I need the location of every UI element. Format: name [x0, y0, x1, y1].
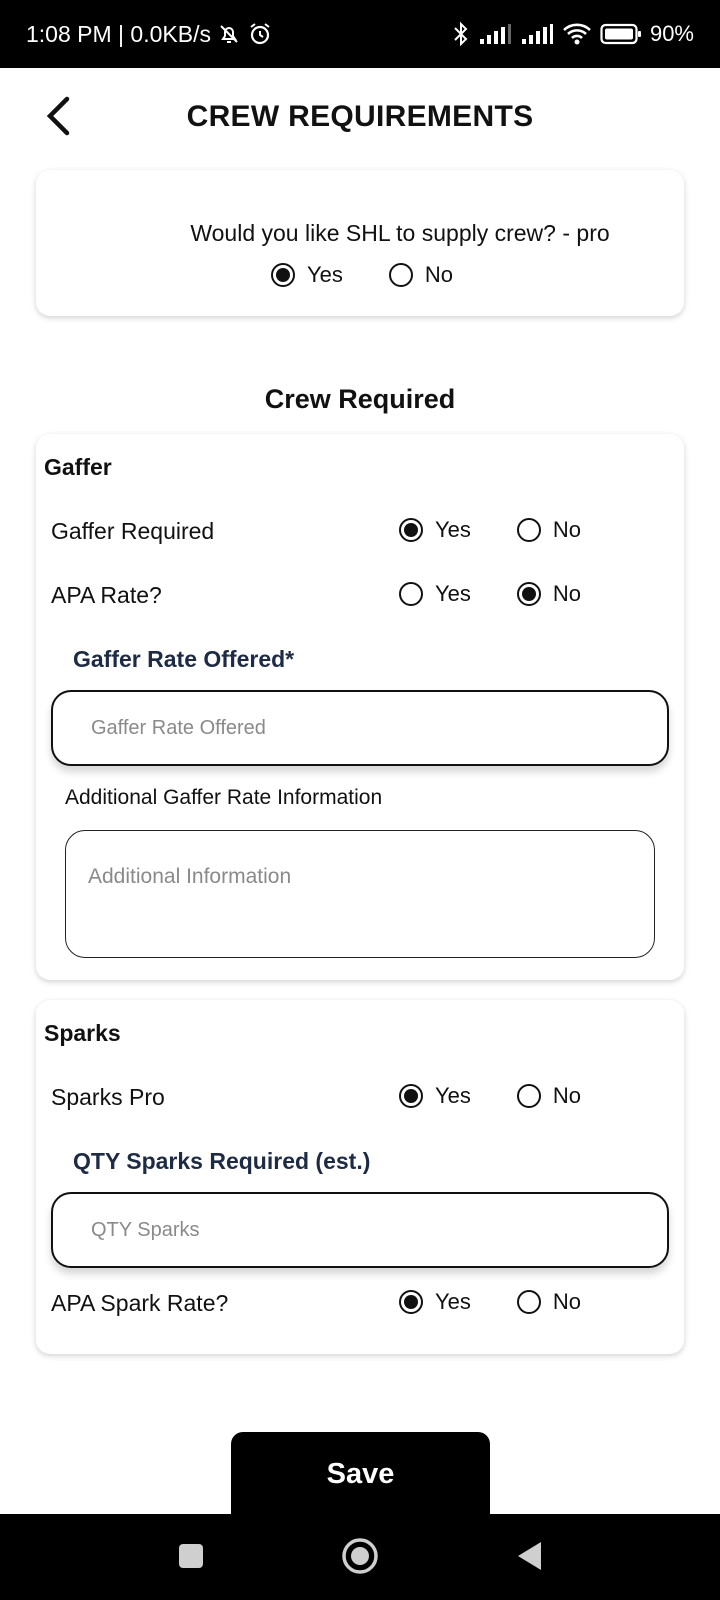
- gaffer-title: Gaffer: [44, 454, 112, 480]
- home-icon: [340, 1536, 380, 1581]
- recent-apps-icon: [177, 1542, 205, 1575]
- sparks-pro-yes-option[interactable]: Yes: [399, 1083, 471, 1109]
- home-button[interactable]: [338, 1536, 382, 1580]
- mute-icon: [217, 22, 241, 46]
- signal-icon: [478, 23, 512, 45]
- radio-checked-icon[interactable]: [516, 582, 541, 606]
- apa-rate-radio-group: Yes No: [399, 581, 581, 607]
- radio-checked-icon[interactable]: [399, 1084, 423, 1108]
- gaffer-rate-input[interactable]: [51, 690, 669, 766]
- gaffer-required-no-option[interactable]: No: [516, 517, 582, 543]
- sparks-pro-radio-group: Yes No: [399, 1083, 581, 1109]
- gaffer-required-yes-option[interactable]: Yes: [399, 517, 471, 543]
- radio-unchecked-icon[interactable]: [516, 1084, 541, 1108]
- battery-level: 90%: [649, 21, 694, 46]
- save-button[interactable]: Save: [231, 1432, 490, 1516]
- gaffer-rate-label: Gaffer Rate Offered*: [73, 646, 295, 672]
- status-bar: 1:08 PM | 0.0KB/s 90%: [0, 0, 720, 68]
- header: CREW REQUIREMENTS: [0, 68, 720, 172]
- sparks-card: Sparks Sparks Pro Yes No QTY Sparks Requ…: [36, 1000, 684, 1354]
- sparks-pro-label: Sparks Pro: [51, 1084, 165, 1110]
- radio-unchecked-icon[interactable]: [388, 263, 413, 287]
- apa-rate-no-option[interactable]: No: [516, 581, 582, 607]
- radio-label: No: [552, 581, 582, 606]
- wifi-icon: [562, 22, 592, 46]
- battery-icon: [600, 23, 642, 45]
- radio-label: No: [552, 1289, 582, 1314]
- status-time: 1:08 PM | 0.0KB/s: [26, 20, 211, 47]
- radio-label: No: [552, 1083, 582, 1108]
- sparks-title: Sparks: [44, 1020, 121, 1046]
- additional-info-textarea[interactable]: [65, 830, 655, 958]
- radio-checked-icon[interactable]: [271, 263, 295, 287]
- status-right: 90%: [452, 0, 694, 68]
- page-title: CREW REQUIREMENTS: [186, 100, 534, 133]
- apa-spark-rate-label: APA Spark Rate?: [51, 1290, 229, 1316]
- gaffer-required-radio-group: Yes No: [399, 517, 581, 543]
- sparks-pro-no-option[interactable]: No: [516, 1083, 582, 1109]
- recent-apps-button[interactable]: [169, 1536, 213, 1580]
- radio-unchecked-icon[interactable]: [516, 1290, 541, 1314]
- supply-radio-group: Yes No: [271, 262, 453, 288]
- crew-required-heading: Crew Required: [264, 384, 456, 414]
- nav-back-button[interactable]: [507, 1536, 551, 1580]
- supply-no-option[interactable]: No: [388, 262, 454, 288]
- apa-rate-yes-option[interactable]: Yes: [399, 581, 471, 607]
- qty-sparks-input[interactable]: [51, 1192, 669, 1268]
- radio-label: Yes: [435, 1289, 471, 1314]
- apa-spark-rate-yes-option[interactable]: Yes: [399, 1289, 471, 1315]
- radio-label: Yes: [435, 581, 471, 606]
- radio-unchecked-icon[interactable]: [516, 518, 541, 542]
- radio-label: Yes: [307, 262, 343, 287]
- back-icon: [514, 1539, 544, 1578]
- additional-rate-label: Additional Gaffer Rate Information: [65, 786, 383, 809]
- gaffer-required-label: Gaffer Required: [51, 518, 215, 544]
- radio-checked-icon[interactable]: [399, 518, 423, 542]
- supply-yes-option[interactable]: Yes: [271, 262, 343, 288]
- radio-label: No: [424, 262, 454, 287]
- qty-sparks-label: QTY Sparks Required (est.): [73, 1148, 371, 1174]
- apa-rate-label: APA Rate?: [51, 582, 162, 608]
- radio-label: Yes: [435, 1083, 471, 1108]
- supply-question: Would you like SHL to supply crew? - pro: [190, 220, 610, 246]
- radio-unchecked-icon[interactable]: [399, 582, 423, 606]
- signal-icon: [520, 23, 554, 45]
- supply-crew-card: Would you like SHL to supply crew? - pro…: [36, 170, 684, 316]
- status-left: 1:08 PM | 0.0KB/s: [26, 0, 273, 68]
- apa-spark-rate-radio-group: Yes No: [399, 1289, 581, 1315]
- radio-label: Yes: [435, 517, 471, 542]
- alarm-icon: [247, 21, 273, 47]
- radio-label: No: [552, 517, 582, 542]
- apa-spark-rate-no-option[interactable]: No: [516, 1289, 582, 1315]
- bluetooth-icon: [452, 21, 470, 47]
- gaffer-card: Gaffer Gaffer Required Yes No APA Rate? …: [36, 434, 684, 980]
- nav-bar: [0, 1514, 720, 1600]
- radio-checked-icon[interactable]: [399, 1290, 423, 1314]
- screen: 1:08 PM | 0.0KB/s 90% CREW REQUIREMENTS …: [0, 0, 720, 1600]
